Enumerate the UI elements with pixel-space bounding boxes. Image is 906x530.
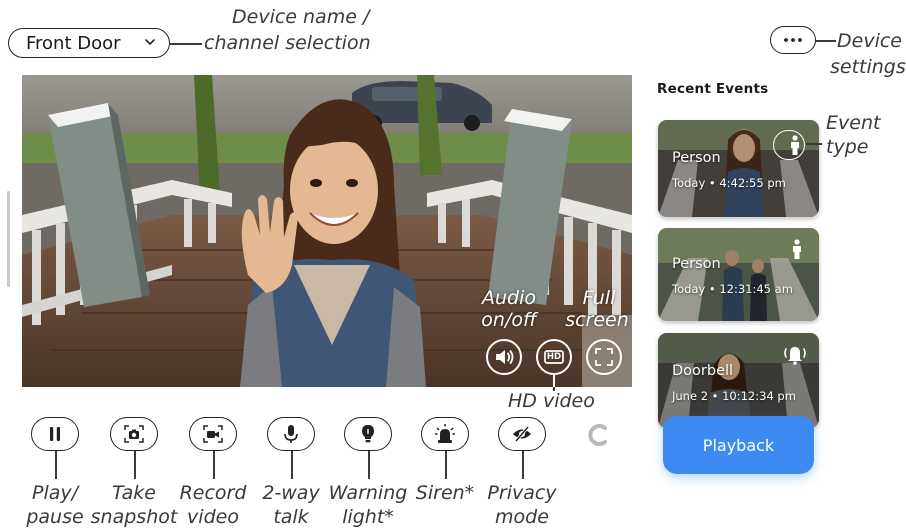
warning-light-button[interactable] bbox=[344, 417, 392, 451]
chevron-down-icon bbox=[145, 39, 155, 46]
recent-events-title: Recent Events bbox=[657, 81, 769, 97]
light-bulb-icon bbox=[362, 425, 374, 443]
leader-line bbox=[553, 375, 555, 387]
live-video-view[interactable]: Audio on/off Full screen HD bbox=[22, 75, 632, 387]
event-time: Today • 12:31:45 am bbox=[672, 282, 793, 296]
siren-icon bbox=[435, 424, 455, 443]
scroll-indicator[interactable] bbox=[7, 191, 10, 287]
camera-icon bbox=[124, 425, 144, 443]
eye-off-icon bbox=[513, 426, 531, 442]
leader-line bbox=[213, 451, 215, 479]
annotation-audio: Audio bbox=[481, 287, 536, 309]
snapshot-button[interactable] bbox=[110, 417, 158, 451]
annotation-light: light* bbox=[342, 506, 394, 528]
event-type-label: Person bbox=[672, 150, 721, 166]
leader-line bbox=[816, 40, 836, 42]
leader-line bbox=[170, 43, 202, 45]
annotation-settings: settings bbox=[830, 56, 906, 78]
person-icon bbox=[793, 239, 801, 259]
event-time: Today • 4:42:55 pm bbox=[672, 176, 786, 190]
pause-icon bbox=[50, 427, 60, 441]
siren-button[interactable] bbox=[421, 417, 469, 451]
annotation-type: type bbox=[826, 136, 869, 158]
microphone-icon bbox=[284, 425, 298, 443]
live-video-frame bbox=[22, 75, 632, 387]
event-time: June 2 • 10:12:34 pm bbox=[672, 389, 796, 403]
leader-line bbox=[55, 451, 57, 479]
event-card[interactable]: Person Today • 12:31:45 am bbox=[658, 228, 819, 321]
annotation-privacy: Privacy bbox=[487, 482, 557, 504]
device-settings-button[interactable] bbox=[770, 26, 816, 54]
video-camera-icon bbox=[203, 425, 223, 443]
annotation-screen: screen bbox=[565, 309, 629, 331]
annotation-on-off: on/off bbox=[481, 309, 537, 331]
playback-button[interactable]: Playback bbox=[663, 416, 814, 474]
annotation-device: Device bbox=[837, 30, 902, 52]
device-name: Front Door bbox=[26, 32, 121, 54]
fullscreen-button[interactable] bbox=[586, 339, 622, 375]
two-way-talk-button[interactable] bbox=[267, 417, 315, 451]
play-pause-button[interactable] bbox=[31, 417, 79, 451]
annotation-event: Event bbox=[826, 112, 881, 134]
annotation-hd-video: HD video bbox=[508, 390, 595, 412]
fullscreen-icon bbox=[595, 348, 613, 366]
annotation-device-name: Device name / bbox=[232, 6, 370, 28]
more-dots-icon bbox=[784, 38, 802, 42]
record-video-button[interactable] bbox=[189, 417, 237, 451]
hd-label: HD bbox=[546, 352, 562, 362]
event-card[interactable]: Doorbell June 2 • 10:12:34 pm bbox=[658, 333, 819, 428]
leader-line bbox=[134, 451, 136, 479]
hd-video-button[interactable]: HD bbox=[536, 339, 572, 375]
event-type-label: Person bbox=[672, 256, 721, 272]
more-controls-icon[interactable] bbox=[585, 422, 611, 448]
event-type-highlight bbox=[773, 130, 805, 160]
annotation-channel-selection: channel selection bbox=[204, 32, 371, 54]
leader-line bbox=[522, 451, 524, 479]
speaker-icon bbox=[496, 350, 514, 364]
device-selector[interactable]: Front Door bbox=[8, 28, 170, 58]
privacy-mode-button[interactable] bbox=[498, 417, 546, 451]
annotation-full: Full bbox=[582, 287, 616, 309]
audio-toggle-button[interactable] bbox=[486, 339, 522, 375]
annotation-mode: mode bbox=[495, 506, 549, 528]
event-type-label: Doorbell bbox=[672, 363, 734, 379]
leader-line bbox=[291, 451, 293, 479]
leader-line bbox=[806, 143, 822, 145]
bell-ringing-icon bbox=[784, 347, 806, 365]
leader-line bbox=[445, 451, 447, 479]
leader-line bbox=[368, 451, 370, 479]
